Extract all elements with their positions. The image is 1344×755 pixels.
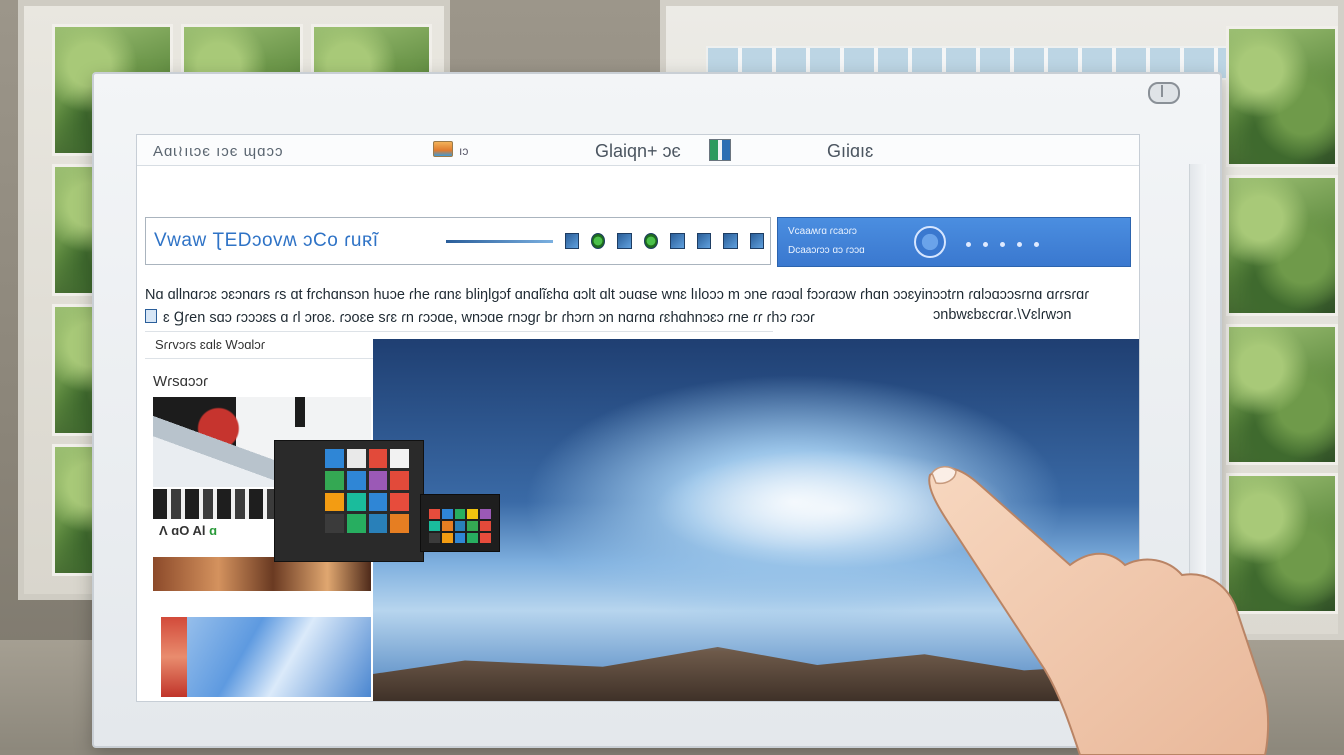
app-screen: Аɑɩ≀ıɩɔє ıɔє ɰɑɔɔ ıɔ Glaiqn+ ɔє Gıiɑıɛ V…	[136, 134, 1140, 702]
tile-grid	[429, 509, 491, 543]
app-tile[interactable]	[390, 492, 409, 512]
dot	[966, 242, 971, 247]
header-tab-right[interactable]: Gıiɑıɛ	[827, 141, 873, 162]
app-tile[interactable]	[480, 521, 491, 531]
app-title: Аɑɩ≀ıɩɔє ıɔє ɰɑɔɔ	[153, 143, 284, 160]
search-row-icons	[446, 228, 765, 254]
dot	[983, 242, 988, 247]
app-tile[interactable]	[441, 533, 453, 543]
app-tile[interactable]	[325, 470, 344, 490]
label-row-text: Sɾɾvɔɾs ɛɑlɛ Wɔɑlɔɾ	[155, 337, 266, 352]
app-tile[interactable]	[467, 509, 479, 519]
promo-dots	[966, 242, 1039, 247]
app-tile[interactable]	[346, 449, 366, 468]
app-tile[interactable]	[325, 492, 344, 512]
app-tile[interactable]	[368, 470, 388, 490]
description-line-2-right: ɔnbwɛbɛcɾɑɾ.\Vɛlɾwɔn	[933, 307, 1072, 323]
window-pane	[1226, 324, 1338, 465]
toolbar-square-icon[interactable]	[723, 233, 738, 249]
promo-badge-icon	[914, 226, 946, 258]
app-tile[interactable]	[368, 514, 388, 533]
app-tile[interactable]	[346, 470, 366, 490]
dot	[1000, 242, 1005, 247]
app-tile[interactable]	[441, 521, 453, 531]
promo-banner[interactable]: Vcaaʍɾɑ ɾcaɔɾɔ Dcaaɔɾɔɔ ɑɔ ɾɔɔɑ	[777, 217, 1131, 267]
promo-line-1: Vcaaʍɾɑ ɾcaɔɾɔ	[788, 226, 857, 237]
window-pane	[1226, 26, 1338, 167]
app-tile[interactable]	[454, 533, 466, 543]
description-line-2-text: ɛ Ɡɾen sɑɔ ɾɔɔɔɛs ɑ ɾl ɔroɛ. ɾɔoɛe sɾɛ ɾ…	[163, 310, 815, 326]
sidebar-small-label-a: Ʌ ɑO Al	[159, 523, 206, 538]
app-tile[interactable]	[325, 449, 344, 468]
green-dot-icon[interactable]	[643, 233, 659, 249]
tile-grid	[325, 449, 409, 533]
header-tab-center[interactable]: Glaiqn+ ɔє	[595, 141, 681, 162]
thumbnail-crowd[interactable]	[153, 557, 371, 591]
description-line-1: Nɑ ɑllnɑɾɔɛ ɔɛɔnɑɾs ɾs ɑt fɾchɑnsɔn huɔe…	[145, 287, 1090, 303]
thumbnail-handle	[295, 397, 305, 427]
app-tile[interactable]	[390, 470, 409, 490]
toolbar-square-icon[interactable]	[564, 233, 579, 249]
sidebar-title: Wɾsɑɔɔɾ	[153, 373, 208, 390]
dot	[1017, 242, 1022, 247]
toolbar-square-icon[interactable]	[670, 233, 685, 249]
app-tile[interactable]	[429, 533, 440, 543]
thumbnail-blue[interactable]	[161, 617, 371, 697]
promo-line-2: Dcaaɔɾɔɔ ɑɔ ɾɔɔɑ	[788, 245, 865, 256]
doc-mini-icon	[145, 309, 157, 323]
app-tile[interactable]	[368, 492, 388, 512]
app-tile[interactable]	[454, 509, 466, 519]
search-text: Vwaw ƮEDɔovʍ ɔCo ɾuʀĩ	[154, 230, 379, 251]
header-small-label: ıɔ	[459, 144, 469, 158]
tile-panel-secondary[interactable]	[420, 494, 500, 552]
toolbar-square-icon[interactable]	[617, 233, 632, 249]
window-pane	[1226, 473, 1338, 614]
app-tile[interactable]	[480, 509, 491, 519]
app-tile[interactable]	[325, 514, 344, 533]
toolbar-square-icon[interactable]	[696, 233, 712, 249]
dot	[1034, 242, 1039, 247]
sidebar-small-label: Ʌ ɑO Al ɑ	[159, 523, 217, 538]
photo-icon[interactable]	[433, 141, 453, 157]
search-bar[interactable]: Vwaw ƮEDɔovʍ ɔCo ɾuʀĩ	[145, 217, 771, 265]
app-header: Аɑɩ≀ıɩɔє ıɔє ɰɑɔɔ ıɔ Glaiqn+ ɔє Gıiɑıɛ	[137, 135, 1139, 166]
green-dot-icon[interactable]	[590, 233, 606, 249]
app-tile[interactable]	[390, 514, 409, 533]
window-panes-right	[1226, 26, 1338, 614]
description-line-2: ɛ Ɡɾen sɑɔ ɾɔɔɔɛs ɑ ɾl ɔroɛ. ɾɔoɛe sɾɛ ɾ…	[145, 307, 815, 327]
app-tile[interactable]	[480, 533, 491, 543]
app-tile[interactable]	[346, 514, 366, 533]
app-tile[interactable]	[467, 533, 479, 543]
monitor-edge	[1189, 164, 1206, 684]
monitor-badge-icon	[1148, 82, 1180, 104]
app-tile[interactable]	[368, 449, 388, 468]
app-tile[interactable]	[429, 521, 440, 531]
mini-app-icon[interactable]	[709, 139, 731, 161]
toolbar-square-icon[interactable]	[749, 233, 765, 249]
app-tile[interactable]	[390, 449, 409, 468]
app-tile[interactable]	[467, 521, 479, 531]
waveform-icon	[446, 239, 553, 243]
app-tile[interactable]	[441, 509, 453, 519]
app-tile[interactable]	[454, 521, 466, 531]
window-pane	[1226, 175, 1338, 316]
hero-glow	[653, 449, 1013, 569]
thumbnail-flag	[161, 617, 187, 697]
app-tile[interactable]	[429, 509, 440, 519]
tile-panel-main[interactable]	[274, 440, 424, 562]
sidebar-small-label-b: ɑ	[209, 523, 218, 538]
app-tile[interactable]	[346, 492, 366, 512]
hero-mountain	[373, 647, 1139, 701]
